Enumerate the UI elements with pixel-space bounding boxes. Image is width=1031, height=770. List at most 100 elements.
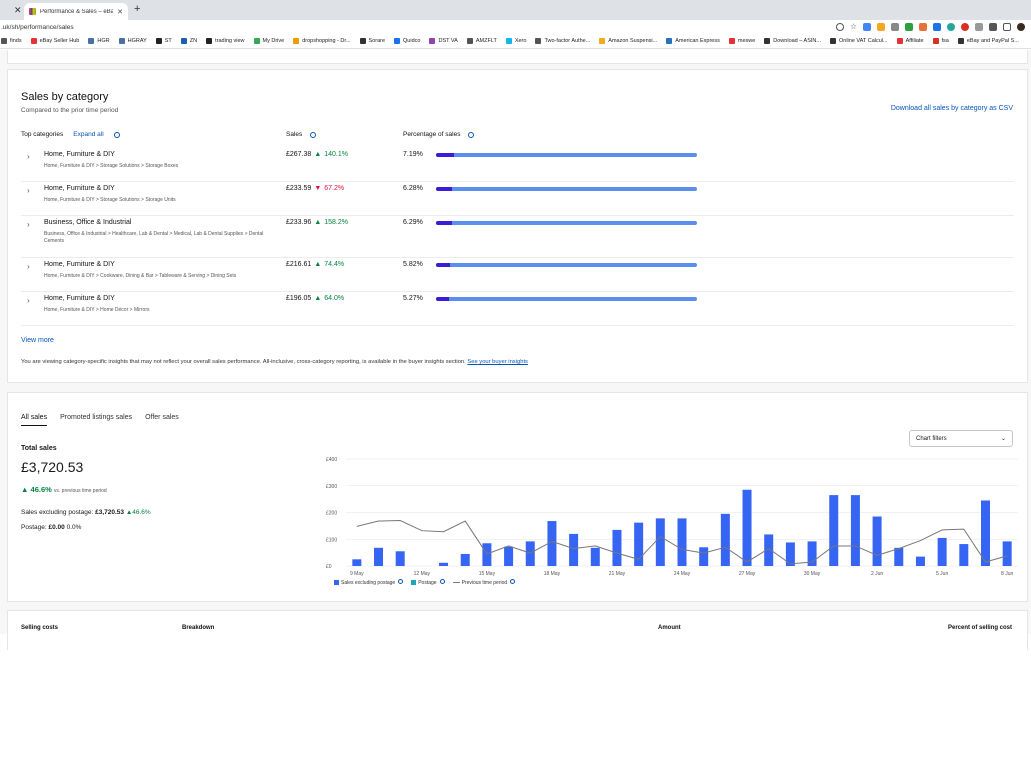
bookmark-item[interactable]: Online VAT Calcul...: [829, 38, 888, 44]
category-row[interactable]: › Home, Furniture & DIY Home, Furniture & …: [21, 292, 1014, 326]
legend-item[interactable]: Previous time period: [452, 579, 516, 586]
sales-bar[interactable]: [439, 562, 449, 566]
extension-icon[interactable]: [877, 22, 885, 31]
extension-icon[interactable]: [919, 22, 927, 31]
sales-bar[interactable]: [1002, 541, 1012, 566]
puzzle-icon[interactable]: [989, 22, 997, 31]
extension-icon[interactable]: [975, 22, 983, 31]
insights-notice: You are viewing category-specific insigh…: [21, 359, 528, 365]
bookmark-item[interactable]: Xero: [505, 38, 526, 44]
bookmark-item[interactable]: HGRAY: [118, 38, 147, 44]
sales-bar[interactable]: [677, 518, 687, 566]
extension-icon[interactable]: [933, 22, 941, 31]
category-row[interactable]: › Home, Furniture & DIY Home, Furniture & …: [21, 258, 1014, 292]
sales-bar[interactable]: [525, 541, 535, 566]
extension-icon[interactable]: [905, 22, 913, 31]
sales-bar[interactable]: [915, 556, 925, 566]
tab-promoted-listings-sales[interactable]: Promoted listings sales: [60, 414, 132, 426]
bookmark-item[interactable]: Affiliate: [896, 38, 924, 44]
sales-bar[interactable]: [785, 542, 795, 566]
sales-bar[interactable]: [742, 489, 752, 566]
chevron-right-icon[interactable]: ›: [27, 262, 30, 271]
bookmark-item[interactable]: fsa: [932, 38, 949, 44]
extension-icon[interactable]: [863, 22, 871, 31]
bookmark-item[interactable]: Quidco: [394, 38, 420, 44]
info-icon[interactable]: [468, 131, 475, 138]
sales-bar[interactable]: [720, 513, 730, 566]
new-tab-icon[interactable]: +: [134, 3, 140, 15]
extension-icon[interactable]: [891, 22, 899, 31]
sales-bar[interactable]: [395, 551, 405, 566]
bookmark-item[interactable]: HGR: [88, 38, 110, 44]
sales-bar[interactable]: [612, 529, 622, 566]
sales-bar[interactable]: [959, 544, 969, 566]
bookmark-item[interactable]: meswe: [728, 38, 755, 44]
sidebar-icon[interactable]: [1003, 22, 1011, 31]
bookmark-item[interactable]: My Drive: [253, 38, 284, 44]
extension-icon[interactable]: [947, 22, 955, 31]
category-row[interactable]: › Home, Furniture & DIY Home, Furniture & …: [21, 182, 1014, 216]
sales-bar[interactable]: [655, 518, 665, 566]
close-tab-icon[interactable]: ✕: [14, 5, 22, 16]
sales-bar[interactable]: [482, 543, 492, 566]
address-bar[interactable]: .uk/sh/performance/sales ☆: [0, 20, 1031, 34]
info-icon[interactable]: [510, 579, 516, 584]
sales-bar[interactable]: [569, 533, 579, 566]
sales-bar[interactable]: [699, 547, 709, 566]
sales-bar[interactable]: [829, 495, 839, 566]
bookmark-item[interactable]: dropshopping - Dr...: [293, 38, 351, 44]
info-icon[interactable]: [439, 579, 445, 584]
bookmark-item[interactable]: Two-factor Authe...: [535, 38, 590, 44]
bookmark-item[interactable]: eBay Seller Hub: [30, 38, 79, 44]
legend-item[interactable]: Postage: [411, 579, 445, 586]
view-more-link[interactable]: View more: [21, 337, 54, 344]
tab-all-sales[interactable]: All sales: [21, 414, 48, 426]
chart-filters-select[interactable]: Chart filters ⌄: [909, 430, 1013, 447]
avatar[interactable]: [1017, 22, 1025, 31]
percentage-bar: [436, 221, 697, 225]
expand-all-link[interactable]: Expand all: [73, 131, 103, 138]
sales-bar[interactable]: [937, 537, 947, 566]
legend-item[interactable]: Sales excluding postage: [334, 579, 404, 586]
bookmark-item[interactable]: Download – ASIN...: [764, 38, 821, 44]
sales-bar[interactable]: [460, 553, 470, 566]
extension-icon[interactable]: [961, 22, 969, 31]
chevron-right-icon[interactable]: ›: [27, 186, 30, 195]
chevron-right-icon[interactable]: ›: [27, 296, 30, 305]
download-csv-link[interactable]: Download all sales by category as CSV: [891, 105, 1013, 112]
chevron-right-icon[interactable]: ›: [27, 220, 30, 229]
bookmark-item[interactable]: eBay and PayPal S...: [957, 38, 1019, 44]
browser-tab-performance[interactable]: Performance & Sales – eBay S ✕: [24, 3, 128, 20]
info-icon[interactable]: [113, 131, 120, 138]
bookmark-item[interactable]: Sorare: [359, 38, 385, 44]
bookmark-item[interactable]: finds: [1, 38, 22, 44]
sales-bar[interactable]: [980, 500, 990, 566]
sales-bar[interactable]: [872, 516, 882, 566]
bookmark-item[interactable]: ST: [155, 38, 172, 44]
sales-bar[interactable]: [352, 559, 362, 566]
tab-offer-sales[interactable]: Offer sales: [145, 414, 179, 426]
category-row[interactable]: › Home, Furniture & DIY Home, Furniture & …: [21, 148, 1014, 182]
sales-bar[interactable]: [374, 547, 384, 566]
bookmark-item[interactable]: DST VA: [429, 38, 458, 44]
sales-bar[interactable]: [850, 495, 860, 566]
bookmark-item[interactable]: trading view: [206, 38, 245, 44]
share-icon[interactable]: [835, 22, 844, 31]
sales-bar[interactable]: [894, 547, 904, 566]
col-percentage: Percentage of sales: [403, 131, 475, 138]
category-row[interactable]: › Business, Office & Industrial Business, …: [21, 216, 1014, 258]
bookmark-item[interactable]: ZN: [180, 38, 197, 44]
chevron-right-icon[interactable]: ›: [27, 152, 30, 161]
bookmark-label: Amazon Suspensi...: [608, 38, 658, 44]
sales-bar[interactable]: [504, 546, 514, 566]
close-icon[interactable]: ✕: [117, 8, 123, 16]
url-text[interactable]: .uk/sh/performance/sales: [0, 24, 74, 31]
bookmark-item[interactable]: American Express: [666, 38, 720, 44]
info-icon[interactable]: [310, 131, 317, 138]
bookmark-item[interactable]: AMZFLT: [466, 38, 497, 44]
sales-bar[interactable]: [590, 547, 600, 566]
bookmark-item[interactable]: Amazon Suspensi...: [599, 38, 657, 44]
star-icon[interactable]: ☆: [850, 22, 857, 31]
buyer-insights-link[interactable]: See your buyer insights: [467, 359, 528, 365]
info-icon[interactable]: [398, 579, 404, 584]
